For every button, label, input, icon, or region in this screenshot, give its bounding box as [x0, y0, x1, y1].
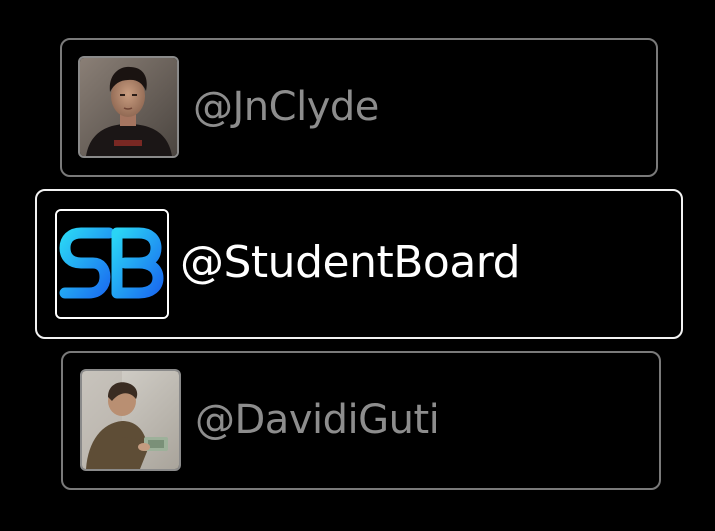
avatar	[55, 209, 169, 319]
account-switcher: @JnClyde @StudentBoard @DavidiGuti	[0, 0, 715, 531]
account-handle: @JnClyde	[193, 84, 379, 130]
account-item-jnclyde[interactable]: @JnClyde	[60, 38, 658, 177]
account-handle: @StudentBoard	[180, 237, 521, 288]
avatar	[78, 56, 179, 158]
profile-photo-icon	[80, 58, 177, 156]
avatar	[80, 369, 181, 471]
account-handle: @DavidiGuti	[195, 397, 440, 443]
studentboard-logo-icon	[57, 211, 167, 317]
profile-photo-icon	[82, 371, 179, 469]
account-item-studentboard[interactable]: @StudentBoard	[35, 189, 683, 339]
account-item-davidiguti[interactable]: @DavidiGuti	[61, 351, 661, 490]
